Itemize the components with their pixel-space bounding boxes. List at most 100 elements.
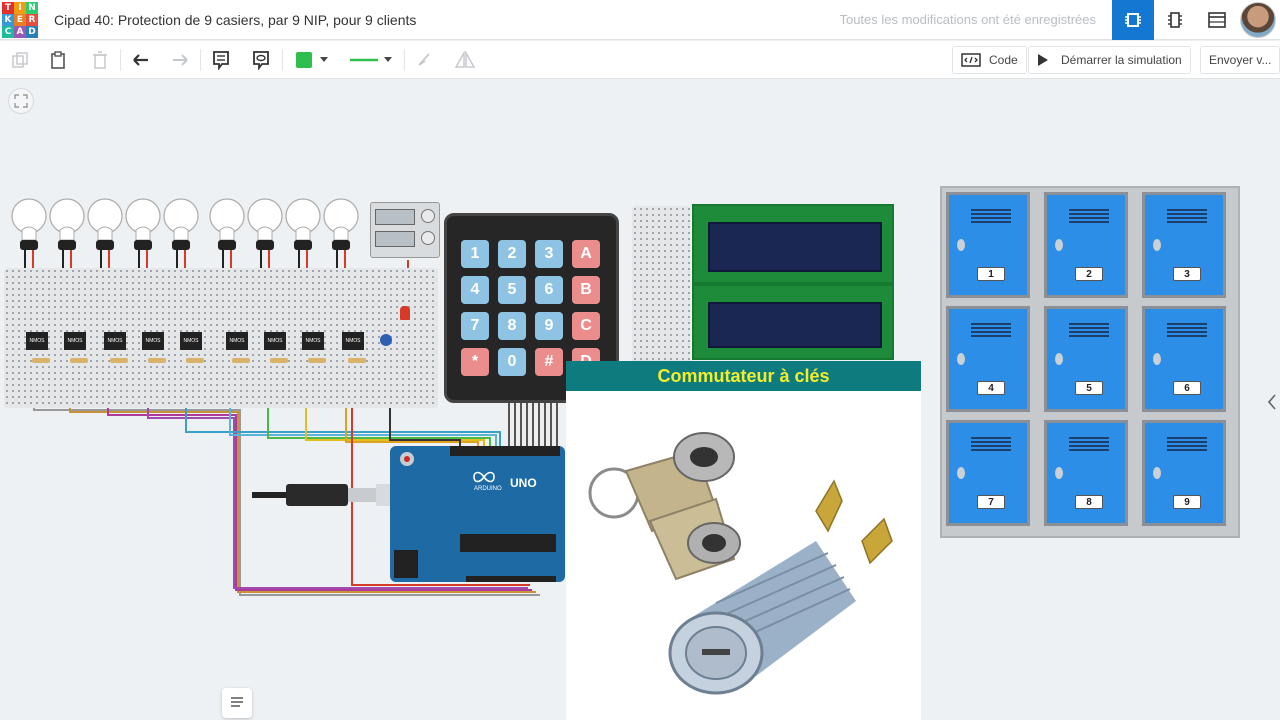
locker-number: 9 (1173, 495, 1201, 509)
undo-button[interactable] (127, 47, 155, 73)
nmos-transistor[interactable]: NMOS (26, 332, 48, 350)
light-bulb[interactable] (246, 196, 284, 276)
code-button[interactable]: Code (952, 46, 1027, 74)
nmos-transistor[interactable]: NMOS (104, 332, 126, 350)
paste-button[interactable] (44, 47, 72, 73)
nmos-transistor[interactable]: NMOS (264, 332, 286, 350)
resistor[interactable] (348, 358, 366, 363)
locker[interactable]: 9 (1142, 420, 1226, 526)
keypad-key[interactable]: A (572, 240, 600, 268)
top-bar: TINKERCAD Cipad 40: Protection de 9 casi… (0, 0, 1280, 40)
light-bulb[interactable] (322, 196, 360, 276)
locker-vent (971, 437, 1011, 453)
logo-letter: E (14, 14, 26, 26)
delete-button[interactable] (86, 47, 114, 73)
copy-button[interactable] (6, 47, 34, 73)
locker-vent (1069, 209, 1109, 225)
panel-collapse-handle[interactable] (1264, 372, 1280, 432)
logo-letter: D (26, 26, 38, 38)
locker-vent (1069, 323, 1109, 339)
keypad-key[interactable]: 7 (461, 312, 489, 340)
lockers-grid[interactable]: 1 2 3 4 5 6 7 8 9 (940, 186, 1240, 538)
logo-letter: R (26, 14, 38, 26)
keypad-key[interactable]: 8 (498, 312, 526, 340)
locker[interactable]: 8 (1044, 420, 1128, 526)
nmos-transistor[interactable]: NMOS (142, 332, 164, 350)
locker[interactable]: 3 (1142, 192, 1226, 298)
locker[interactable]: 1 (946, 192, 1030, 298)
locker-vent (1167, 209, 1207, 225)
locker-number: 6 (1173, 381, 1201, 395)
keypad-key[interactable]: C (572, 312, 600, 340)
keypad-key[interactable]: 0 (498, 348, 526, 376)
locker[interactable]: 2 (1044, 192, 1128, 298)
keypad-key[interactable]: 2 (498, 240, 526, 268)
light-bulb[interactable] (162, 196, 200, 276)
light-bulb[interactable] (208, 196, 246, 276)
wire-type-dropdown[interactable] (344, 47, 398, 73)
power-supply[interactable] (370, 202, 440, 258)
keypad-key[interactable]: 6 (535, 276, 563, 304)
light-bulb[interactable] (48, 196, 86, 276)
resistor[interactable] (232, 358, 250, 363)
keypad-key[interactable]: # (535, 348, 563, 376)
redo-button[interactable] (166, 47, 194, 73)
locker-number: 8 (1075, 495, 1103, 509)
locker-knob (1153, 353, 1161, 365)
lcd-display-2[interactable] (692, 284, 894, 360)
note-button[interactable] (207, 47, 235, 73)
light-bulb[interactable] (284, 196, 322, 276)
light-bulb[interactable] (10, 196, 48, 276)
resistor[interactable] (70, 358, 88, 363)
resistor[interactable] (186, 358, 204, 363)
flip-icon (454, 51, 476, 68)
project-title[interactable]: Cipad 40: Protection de 9 casiers, par 9… (54, 12, 416, 28)
rotate-button[interactable] (410, 47, 438, 73)
nmos-transistor[interactable]: NMOS (226, 332, 248, 350)
component-list-button[interactable] (1196, 0, 1238, 40)
locker[interactable]: 4 (946, 306, 1030, 412)
nmos-transistor[interactable]: NMOS (64, 332, 86, 350)
locker-knob (957, 467, 965, 479)
undo-icon (133, 54, 148, 66)
notes-panel-button[interactable] (222, 688, 252, 718)
keypad-ribbon (508, 403, 558, 447)
start-simulation-button[interactable]: Démarrer la simulation (1028, 46, 1191, 74)
locker-knob (957, 239, 965, 251)
keypad-key[interactable]: 3 (535, 240, 563, 268)
light-bulb[interactable] (86, 196, 124, 276)
light-bulb[interactable] (124, 196, 162, 276)
arduino-uno[interactable]: ARDUINO UNO (390, 446, 565, 582)
resistor[interactable] (270, 358, 288, 363)
keypad-key[interactable]: 4 (461, 276, 489, 304)
circuit-canvas[interactable]: NMOS NMOS NMOS NMOS NMOS NMOS NMOS NMOS NMOS 123… (0, 80, 1280, 720)
nmos-transistor[interactable]: NMOS (302, 332, 324, 350)
breadboard-small[interactable] (632, 206, 690, 366)
resistor[interactable] (148, 358, 166, 363)
notes-visibility-button[interactable] (247, 47, 275, 73)
resistor[interactable] (110, 358, 128, 363)
keypad-key[interactable]: 5 (498, 276, 526, 304)
flip-button[interactable] (451, 47, 479, 73)
send-to-button[interactable]: Envoyer v... (1200, 46, 1280, 74)
nmos-transistor[interactable]: NMOS (180, 332, 202, 350)
locker[interactable]: 6 (1142, 306, 1226, 412)
wire-color-dropdown[interactable] (290, 47, 334, 73)
resistor[interactable] (32, 358, 50, 363)
red-led[interactable] (400, 306, 410, 320)
circuit-view-button[interactable] (1112, 0, 1154, 40)
nmos-transistor[interactable]: NMOS (342, 332, 364, 350)
schematic-view-button[interactable] (1154, 0, 1196, 40)
keypad-key[interactable]: 9 (535, 312, 563, 340)
chevron-down-icon (384, 57, 392, 62)
keypad-key[interactable]: 1 (461, 240, 489, 268)
keypad-key[interactable]: B (572, 276, 600, 304)
keypad-key[interactable]: * (461, 348, 489, 376)
user-avatar[interactable] (1240, 2, 1276, 38)
tinkercad-logo[interactable]: TINKERCAD (2, 2, 38, 38)
locker[interactable]: 7 (946, 420, 1030, 526)
blue-button[interactable] (380, 334, 392, 346)
locker[interactable]: 5 (1044, 306, 1128, 412)
lcd-display-1[interactable] (692, 204, 894, 284)
resistor[interactable] (308, 358, 326, 363)
